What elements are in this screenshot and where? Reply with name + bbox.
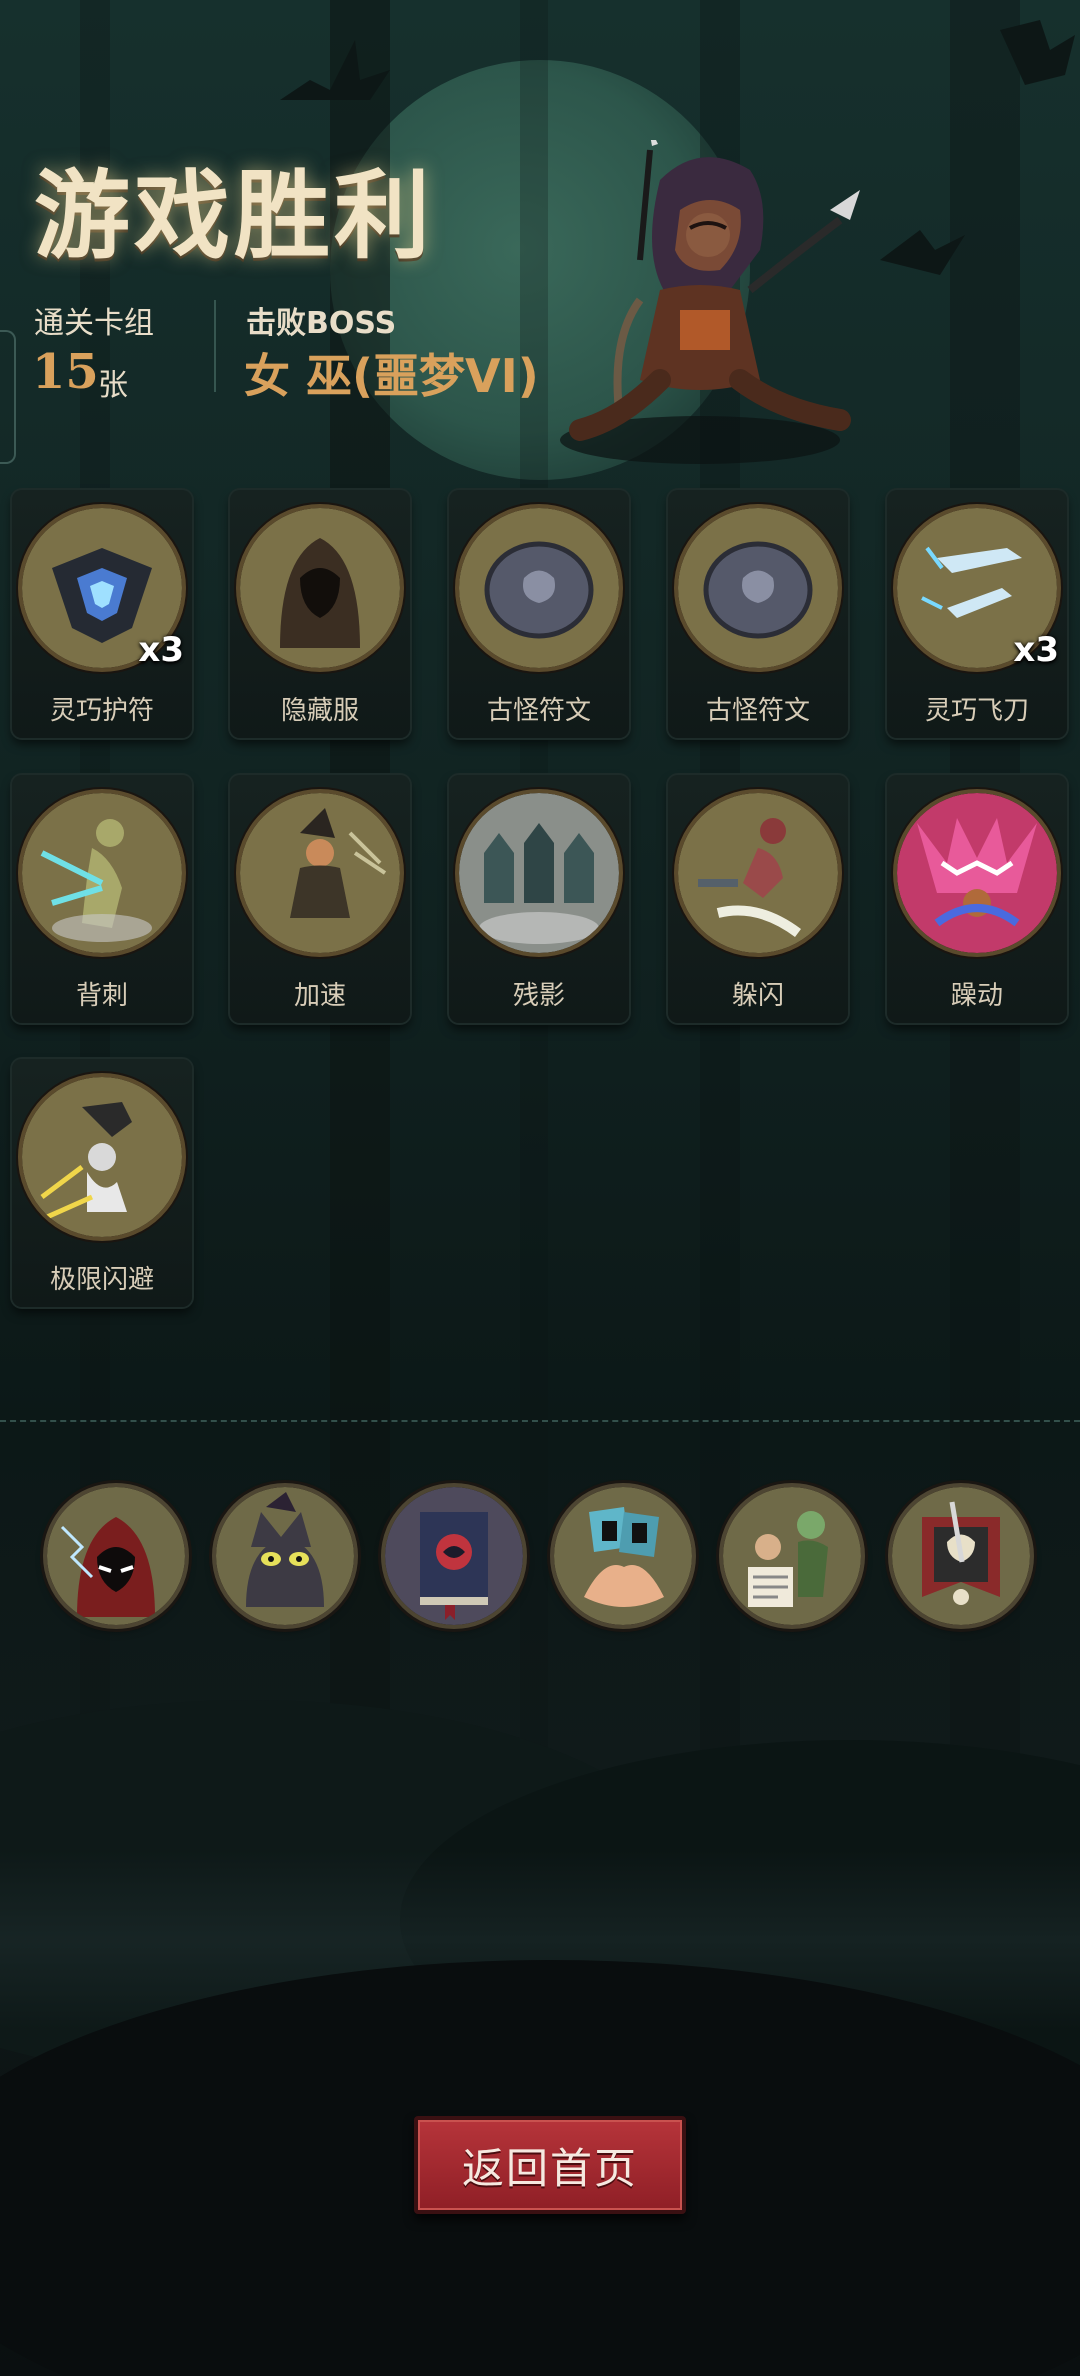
deck-card[interactable]: x3 灵巧飞刀	[887, 490, 1067, 738]
card-count: x3	[138, 630, 184, 670]
extreme-dodge-icon	[22, 1077, 182, 1237]
card-name: 灵巧飞刀	[924, 696, 1029, 726]
dodge-icon	[678, 793, 838, 953]
card-name: 极限闪避	[49, 1265, 154, 1295]
card-name: 灵巧护符	[49, 696, 154, 726]
deck-card[interactable]: 躁动	[887, 775, 1067, 1023]
deck-card[interactable]: 残影	[449, 775, 629, 1023]
deck-label: 通关卡组	[34, 306, 154, 341]
card-name: 隐藏服	[280, 696, 359, 726]
side-drawer-tab[interactable]	[0, 330, 16, 464]
card-count: x3	[1013, 630, 1059, 670]
hooded-mage-icon[interactable]	[47, 1487, 185, 1625]
afterimage-icon	[459, 793, 619, 953]
card-name: 古怪符文	[705, 696, 810, 726]
deck-card[interactable]: 极限闪避	[12, 1059, 192, 1307]
card-name: 古怪符文	[486, 696, 591, 726]
deck-card[interactable]: 古怪符文	[449, 490, 629, 738]
deck-unit: 张	[98, 368, 128, 403]
rune-stone-icon	[678, 508, 838, 668]
backstab-icon	[22, 793, 182, 953]
deck-card[interactable]: 加速	[230, 775, 410, 1023]
deck-card[interactable]: 隐藏服	[230, 490, 410, 738]
stat-divider	[214, 300, 216, 392]
card-name: 躁动	[950, 981, 1003, 1011]
hood-cloak-icon	[240, 508, 400, 668]
boss-name: 女 巫(噩梦VI)	[244, 349, 539, 403]
card-name: 残影	[512, 981, 565, 1011]
card-name: 背刺	[75, 981, 128, 1011]
black-cat-icon[interactable]	[216, 1487, 354, 1625]
rogue-hero-portrait	[560, 140, 860, 464]
boss-label: 击败BOSS	[246, 306, 397, 341]
frenzy-icon	[897, 793, 1057, 953]
section-divider	[0, 1420, 1080, 1422]
skull-banner-icon[interactable]	[892, 1487, 1030, 1625]
card-hand-icon[interactable]	[554, 1487, 692, 1625]
deck-count: 15	[32, 344, 99, 400]
deck-card[interactable]: x3 灵巧护符	[12, 490, 192, 738]
card-name: 躲闪	[731, 981, 784, 1011]
card-name: 加速	[293, 981, 346, 1011]
deck-card[interactable]: 古怪符文	[668, 490, 848, 738]
zombie-scholar-icon[interactable]	[723, 1487, 861, 1625]
spell-book-icon[interactable]	[385, 1487, 523, 1625]
rune-stone-icon	[459, 508, 619, 668]
victory-title: 游戏胜利	[34, 160, 434, 272]
deck-card[interactable]: 背刺	[12, 775, 192, 1023]
deck-card[interactable]: 躲闪	[668, 775, 848, 1023]
return-home-button[interactable]: 返回首页	[414, 2116, 686, 2214]
haste-witch-icon	[240, 793, 400, 953]
